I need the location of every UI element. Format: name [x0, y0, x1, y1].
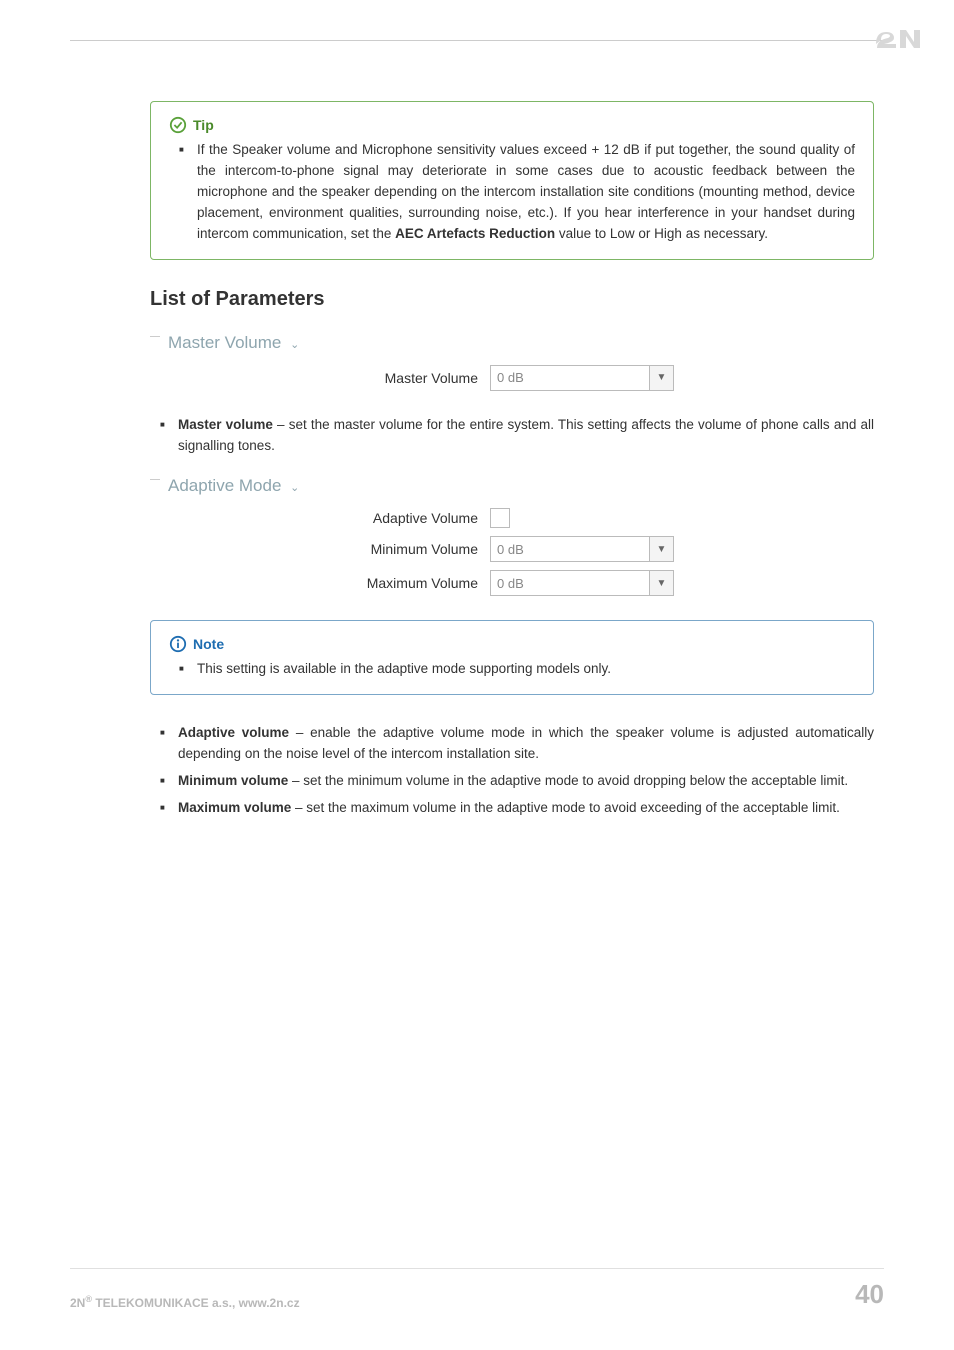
group-title: Master Volume ⌄	[150, 333, 874, 353]
section-heading: List of Parameters	[150, 288, 884, 311]
tip-item: If the Speaker volume and Microphone sen…	[197, 140, 855, 245]
chevron-down-icon: ⌄	[290, 481, 299, 494]
dropdown-icon[interactable]: ▼	[650, 365, 674, 391]
adaptive-mode-group: Adaptive Mode ⌄ Adaptive Volume Minimum …	[150, 476, 874, 596]
minimum-volume-label: Minimum Volume	[150, 541, 490, 557]
info-circle-icon	[169, 635, 187, 653]
list-item: Adaptive volume – enable the adaptive vo…	[178, 723, 874, 765]
minimum-volume-select[interactable]	[490, 536, 650, 562]
page-number: 40	[855, 1279, 884, 1310]
adaptive-desc-list: Adaptive volume – enable the adaptive vo…	[150, 723, 874, 819]
brand-logo	[872, 18, 924, 57]
check-circle-icon	[169, 116, 187, 134]
note-item: This setting is available in the adaptiv…	[197, 659, 855, 680]
tip-callout: Tip If the Speaker volume and Microphone…	[150, 101, 874, 260]
maximum-volume-label: Maximum Volume	[150, 575, 490, 591]
footer-company: 2N® TELEKOMUNIKACE a.s., www.2n.cz	[70, 1294, 300, 1310]
chevron-down-icon: ⌄	[290, 338, 299, 351]
tip-heading: Tip	[193, 117, 214, 133]
list-item: Maximum volume – set the maximum volume …	[178, 798, 874, 819]
group-title: Adaptive Mode ⌄	[150, 476, 874, 496]
master-volume-desc-list: Master volume – set the master volume fo…	[150, 415, 874, 457]
master-volume-label: Master Volume	[150, 370, 490, 386]
master-volume-select[interactable]	[490, 365, 650, 391]
note-callout: Note This setting is available in the ad…	[150, 620, 874, 695]
dropdown-icon[interactable]: ▼	[650, 570, 674, 596]
dropdown-icon[interactable]: ▼	[650, 536, 674, 562]
adaptive-volume-label: Adaptive Volume	[150, 510, 490, 526]
top-rule	[70, 40, 884, 41]
page-footer: 2N® TELEKOMUNIKACE a.s., www.2n.cz 40	[70, 1268, 884, 1310]
master-volume-group: Master Volume ⌄ Master Volume ▼	[150, 333, 874, 391]
maximum-volume-select[interactable]	[490, 570, 650, 596]
adaptive-volume-checkbox[interactable]	[490, 508, 510, 528]
note-heading: Note	[193, 636, 224, 652]
list-item: Minimum volume – set the minimum volume …	[178, 771, 874, 792]
